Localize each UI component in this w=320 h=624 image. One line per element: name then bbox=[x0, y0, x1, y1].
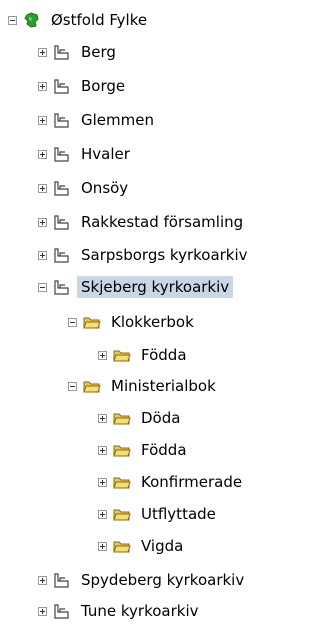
expand-icon[interactable] bbox=[38, 149, 47, 159]
archive-icon bbox=[53, 112, 71, 128]
expand-icon[interactable] bbox=[38, 575, 47, 585]
folder-icon bbox=[113, 442, 131, 458]
tree-node-tune-kyrkoarkiv[interactable]: Tune kyrkoarkiv bbox=[38, 599, 203, 623]
archive-icon bbox=[53, 44, 71, 60]
tree-node-rakkestad-forsamling[interactable]: Rakkestad församling bbox=[38, 210, 247, 234]
folder-icon bbox=[83, 378, 101, 394]
tree-node-glemmen[interactable]: Glemmen bbox=[38, 108, 158, 132]
archive-icon bbox=[53, 279, 71, 295]
tree-node-utflyttade[interactable]: Utflyttade bbox=[98, 502, 220, 526]
folder-icon bbox=[83, 314, 101, 330]
tree-node-label: Klokkerbok bbox=[111, 313, 194, 331]
tree-node-klokkerbok-fodda[interactable]: Födda bbox=[98, 343, 191, 367]
tree-node-label: Ministerialbok bbox=[111, 377, 216, 395]
tree-node-skjeberg-kyrkoarkiv[interactable]: Skjeberg kyrkoarkiv bbox=[38, 275, 234, 299]
folder-icon bbox=[113, 347, 131, 363]
expand-icon[interactable] bbox=[38, 47, 47, 57]
folder-icon bbox=[113, 506, 131, 522]
tree-node-doda[interactable]: Döda bbox=[98, 406, 184, 430]
tree-node-label: Berg bbox=[81, 43, 116, 61]
tree-node-label: Hvaler bbox=[81, 145, 130, 163]
tree-node-label: Borge bbox=[81, 77, 126, 95]
expand-icon[interactable] bbox=[98, 350, 107, 360]
expand-icon[interactable] bbox=[98, 541, 107, 551]
tree-node-ostfold-fylke[interactable]: Østfold Fylke bbox=[8, 8, 151, 32]
expand-icon[interactable] bbox=[38, 115, 47, 125]
folder-icon bbox=[113, 410, 131, 426]
expand-icon[interactable] bbox=[98, 413, 107, 423]
collapse-icon[interactable] bbox=[8, 15, 17, 25]
tree-node-label: Döda bbox=[141, 409, 181, 427]
tree-node-label: Onsöy bbox=[81, 179, 129, 197]
tree-node-label: Skjeberg kyrkoarkiv bbox=[77, 276, 234, 298]
tree-node-label: Konfirmerade bbox=[141, 473, 243, 491]
expand-icon[interactable] bbox=[38, 250, 47, 260]
collapse-icon[interactable] bbox=[68, 317, 77, 327]
tree-node-label: Tune kyrkoarkiv bbox=[81, 602, 199, 620]
tree-node-ministerialbok-fodda[interactable]: Födda bbox=[98, 438, 191, 462]
folder-icon bbox=[113, 474, 131, 490]
tree-view: Østfold Fylke Berg Borge Glemmen Hvaler bbox=[0, 0, 283, 624]
tree-node-vigda[interactable]: Vigda bbox=[98, 534, 187, 558]
tree-node-label: Vigda bbox=[141, 537, 184, 555]
tree-node-borge[interactable]: Borge bbox=[38, 74, 129, 98]
tree-node-hvaler[interactable]: Hvaler bbox=[38, 142, 134, 166]
expand-icon[interactable] bbox=[98, 445, 107, 455]
archive-icon bbox=[53, 146, 71, 162]
tree-node-berg[interactable]: Berg bbox=[38, 40, 120, 64]
tree-node-label: Födda bbox=[141, 441, 187, 459]
tree-node-sarpsborgs-kyrkoarkiv[interactable]: Sarpsborgs kyrkoarkiv bbox=[38, 243, 252, 267]
globe-icon bbox=[23, 12, 41, 28]
expand-icon[interactable] bbox=[98, 509, 107, 519]
tree-node-label: Utflyttade bbox=[141, 505, 216, 523]
archive-icon bbox=[53, 78, 71, 94]
expand-icon[interactable] bbox=[98, 477, 107, 487]
archive-icon bbox=[53, 603, 71, 619]
tree-node-klokkerbok[interactable]: Klokkerbok bbox=[68, 310, 198, 334]
archive-icon bbox=[53, 572, 71, 588]
expand-icon[interactable] bbox=[38, 606, 47, 616]
tree-node-label: Østfold Fylke bbox=[51, 11, 148, 29]
expand-icon[interactable] bbox=[38, 217, 47, 227]
collapse-icon[interactable] bbox=[38, 282, 47, 292]
tree-node-label: Sarpsborgs kyrkoarkiv bbox=[81, 246, 248, 264]
tree-node-spydeberg-kyrkoarkiv[interactable]: Spydeberg kyrkoarkiv bbox=[38, 568, 248, 592]
collapse-icon[interactable] bbox=[68, 381, 77, 391]
tree-node-label: Spydeberg kyrkoarkiv bbox=[81, 571, 245, 589]
archive-icon bbox=[53, 180, 71, 196]
folder-icon bbox=[113, 538, 131, 554]
archive-icon bbox=[53, 214, 71, 230]
archive-icon bbox=[53, 247, 71, 263]
expand-icon[interactable] bbox=[38, 81, 47, 91]
tree-node-onsoy[interactable]: Onsöy bbox=[38, 176, 132, 200]
tree-node-konfirmerade[interactable]: Konfirmerade bbox=[98, 470, 246, 494]
tree-node-label: Rakkestad församling bbox=[81, 213, 244, 231]
expand-icon[interactable] bbox=[38, 183, 47, 193]
tree-node-ministerialbok[interactable]: Ministerialbok bbox=[68, 374, 220, 398]
tree-node-label: Glemmen bbox=[81, 111, 154, 129]
tree-node-label: Födda bbox=[141, 346, 187, 364]
